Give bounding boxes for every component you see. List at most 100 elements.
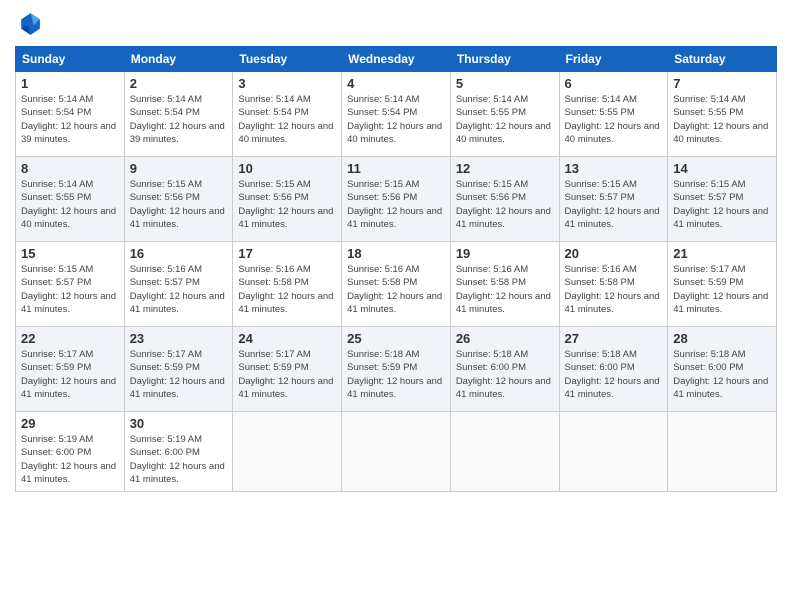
- day-info: Sunrise: 5:16 AMSunset: 5:58 PMDaylight:…: [238, 263, 336, 316]
- calendar-cell: 7 Sunrise: 5:14 AMSunset: 5:55 PMDaylight…: [668, 72, 777, 157]
- day-info: Sunrise: 5:16 AMSunset: 5:58 PMDaylight:…: [456, 263, 554, 316]
- calendar-cell: 16Sunrise: 5:16 AMSunset: 5:57 PMDayligh…: [124, 242, 233, 327]
- calendar-cell: 25 Sunrise: 5:18 AMSunset: 5:59 PMDayligh…: [342, 327, 451, 412]
- calendar-cell: 21 Sunrise: 5:17 AMSunset: 5:59 PMDayligh…: [668, 242, 777, 327]
- calendar-cell: 10 Sunrise: 5:15 AMSunset: 5:56 PMDayligh…: [233, 157, 342, 242]
- day-number: 11: [347, 161, 445, 176]
- day-number: 6: [565, 76, 663, 91]
- day-info: Sunrise: 5:14 AMSunset: 5:55 PMDaylight:…: [456, 93, 554, 146]
- calendar-cell: 23 Sunrise: 5:17 AMSunset: 5:59 PMDayligh…: [124, 327, 233, 412]
- calendar-cell: 26 Sunrise: 5:18 AMSunset: 6:00 PMDayligh…: [450, 327, 559, 412]
- calendar-cell: 20Sunrise: 5:16 AMSunset: 5:58 PMDayligh…: [559, 242, 668, 327]
- day-info: Sunrise: 5:15 AMSunset: 5:57 PMDaylight:…: [21, 263, 119, 316]
- day-number: 12: [456, 161, 554, 176]
- calendar-cell: 18 Sunrise: 5:16 AMSunset: 5:58 PMDayligh…: [342, 242, 451, 327]
- calendar-cell: [342, 412, 451, 492]
- day-info: Sunrise: 5:19 AMSunset: 6:00 PMDaylight:…: [130, 433, 228, 486]
- calendar-cell: 24 Sunrise: 5:17 AMSunset: 5:59 PMDayligh…: [233, 327, 342, 412]
- week-row-1: 8 Sunrise: 5:14 AMSunset: 5:55 PMDaylight…: [16, 157, 777, 242]
- day-number: 2: [130, 76, 228, 91]
- day-info: Sunrise: 5:14 AMSunset: 5:55 PMDaylight:…: [673, 93, 771, 146]
- calendar-cell: 19Sunrise: 5:16 AMSunset: 5:58 PMDayligh…: [450, 242, 559, 327]
- day-number: 26: [456, 331, 554, 346]
- calendar-cell: 2 Sunrise: 5:14 AMSunset: 5:54 PMDaylight…: [124, 72, 233, 157]
- day-number: 25: [347, 331, 445, 346]
- day-info: Sunrise: 5:17 AMSunset: 5:59 PMDaylight:…: [673, 263, 771, 316]
- page: SundayMondayTuesdayWednesdayThursdayFrid…: [0, 0, 792, 612]
- day-info: Sunrise: 5:16 AMSunset: 5:58 PMDaylight:…: [347, 263, 445, 316]
- calendar-cell: 15 Sunrise: 5:15 AMSunset: 5:57 PMDayligh…: [16, 242, 125, 327]
- weekday-header-tuesday: Tuesday: [233, 47, 342, 72]
- calendar-cell: 28Sunrise: 5:18 AMSunset: 6:00 PMDayligh…: [668, 327, 777, 412]
- day-info: Sunrise: 5:18 AMSunset: 6:00 PMDaylight:…: [673, 348, 771, 401]
- weekday-header-sunday: Sunday: [16, 47, 125, 72]
- day-info: Sunrise: 5:14 AMSunset: 5:55 PMDaylight:…: [21, 178, 119, 231]
- day-number: 23: [130, 331, 228, 346]
- day-number: 18: [347, 246, 445, 261]
- day-number: 29: [21, 416, 119, 431]
- day-info: Sunrise: 5:17 AMSunset: 5:59 PMDaylight:…: [238, 348, 336, 401]
- calendar-cell: 11 Sunrise: 5:15 AMSunset: 5:56 PMDayligh…: [342, 157, 451, 242]
- calendar-cell: 1 Sunrise: 5:14 AMSunset: 5:54 PMDaylight…: [16, 72, 125, 157]
- logo: [15, 10, 47, 38]
- week-row-3: 22 Sunrise: 5:17 AMSunset: 5:59 PMDayligh…: [16, 327, 777, 412]
- calendar-cell: [450, 412, 559, 492]
- day-info: Sunrise: 5:19 AMSunset: 6:00 PMDaylight:…: [21, 433, 119, 486]
- weekday-header-friday: Friday: [559, 47, 668, 72]
- calendar-cell: 30 Sunrise: 5:19 AMSunset: 6:00 PMDayligh…: [124, 412, 233, 492]
- day-number: 24: [238, 331, 336, 346]
- week-row-0: 1 Sunrise: 5:14 AMSunset: 5:54 PMDaylight…: [16, 72, 777, 157]
- weekday-header-thursday: Thursday: [450, 47, 559, 72]
- calendar-cell: [233, 412, 342, 492]
- day-number: 22: [21, 331, 119, 346]
- day-info: Sunrise: 5:15 AMSunset: 5:56 PMDaylight:…: [130, 178, 228, 231]
- day-info: Sunrise: 5:15 AMSunset: 5:56 PMDaylight:…: [238, 178, 336, 231]
- header: [15, 10, 777, 38]
- week-row-4: 29 Sunrise: 5:19 AMSunset: 6:00 PMDayligh…: [16, 412, 777, 492]
- weekday-header-saturday: Saturday: [668, 47, 777, 72]
- calendar-cell: 13Sunrise: 5:15 AMSunset: 5:57 PMDayligh…: [559, 157, 668, 242]
- day-info: Sunrise: 5:14 AMSunset: 5:54 PMDaylight:…: [21, 93, 119, 146]
- calendar-cell: 3 Sunrise: 5:14 AMSunset: 5:54 PMDaylight…: [233, 72, 342, 157]
- day-number: 5: [456, 76, 554, 91]
- calendar-cell: 12Sunrise: 5:15 AMSunset: 5:56 PMDayligh…: [450, 157, 559, 242]
- calendar-cell: 5 Sunrise: 5:14 AMSunset: 5:55 PMDaylight…: [450, 72, 559, 157]
- calendar-cell: [559, 412, 668, 492]
- day-info: Sunrise: 5:14 AMSunset: 5:55 PMDaylight:…: [565, 93, 663, 146]
- weekday-header-wednesday: Wednesday: [342, 47, 451, 72]
- day-number: 7: [673, 76, 771, 91]
- calendar-cell: 27Sunrise: 5:18 AMSunset: 6:00 PMDayligh…: [559, 327, 668, 412]
- day-number: 4: [347, 76, 445, 91]
- day-info: Sunrise: 5:18 AMSunset: 5:59 PMDaylight:…: [347, 348, 445, 401]
- day-number: 17: [238, 246, 336, 261]
- calendar-cell: 6 Sunrise: 5:14 AMSunset: 5:55 PMDaylight…: [559, 72, 668, 157]
- logo-icon: [15, 10, 43, 38]
- day-info: Sunrise: 5:14 AMSunset: 5:54 PMDaylight:…: [347, 93, 445, 146]
- calendar-cell: 14Sunrise: 5:15 AMSunset: 5:57 PMDayligh…: [668, 157, 777, 242]
- day-number: 30: [130, 416, 228, 431]
- day-info: Sunrise: 5:15 AMSunset: 5:56 PMDaylight:…: [347, 178, 445, 231]
- day-info: Sunrise: 5:17 AMSunset: 5:59 PMDaylight:…: [130, 348, 228, 401]
- day-number: 1: [21, 76, 119, 91]
- day-info: Sunrise: 5:18 AMSunset: 6:00 PMDaylight:…: [456, 348, 554, 401]
- calendar-cell: 4 Sunrise: 5:14 AMSunset: 5:54 PMDaylight…: [342, 72, 451, 157]
- day-number: 10: [238, 161, 336, 176]
- calendar-cell: 29 Sunrise: 5:19 AMSunset: 6:00 PMDayligh…: [16, 412, 125, 492]
- day-info: Sunrise: 5:16 AMSunset: 5:57 PMDaylight:…: [130, 263, 228, 316]
- weekday-header-row: SundayMondayTuesdayWednesdayThursdayFrid…: [16, 47, 777, 72]
- day-number: 9: [130, 161, 228, 176]
- week-row-2: 15 Sunrise: 5:15 AMSunset: 5:57 PMDayligh…: [16, 242, 777, 327]
- day-number: 15: [21, 246, 119, 261]
- day-info: Sunrise: 5:17 AMSunset: 5:59 PMDaylight:…: [21, 348, 119, 401]
- day-number: 21: [673, 246, 771, 261]
- weekday-header-monday: Monday: [124, 47, 233, 72]
- calendar-cell: 22 Sunrise: 5:17 AMSunset: 5:59 PMDayligh…: [16, 327, 125, 412]
- day-info: Sunrise: 5:16 AMSunset: 5:58 PMDaylight:…: [565, 263, 663, 316]
- day-info: Sunrise: 5:14 AMSunset: 5:54 PMDaylight:…: [238, 93, 336, 146]
- day-info: Sunrise: 5:18 AMSunset: 6:00 PMDaylight:…: [565, 348, 663, 401]
- day-info: Sunrise: 5:14 AMSunset: 5:54 PMDaylight:…: [130, 93, 228, 146]
- day-number: 8: [21, 161, 119, 176]
- day-number: 3: [238, 76, 336, 91]
- calendar-cell: [668, 412, 777, 492]
- day-number: 13: [565, 161, 663, 176]
